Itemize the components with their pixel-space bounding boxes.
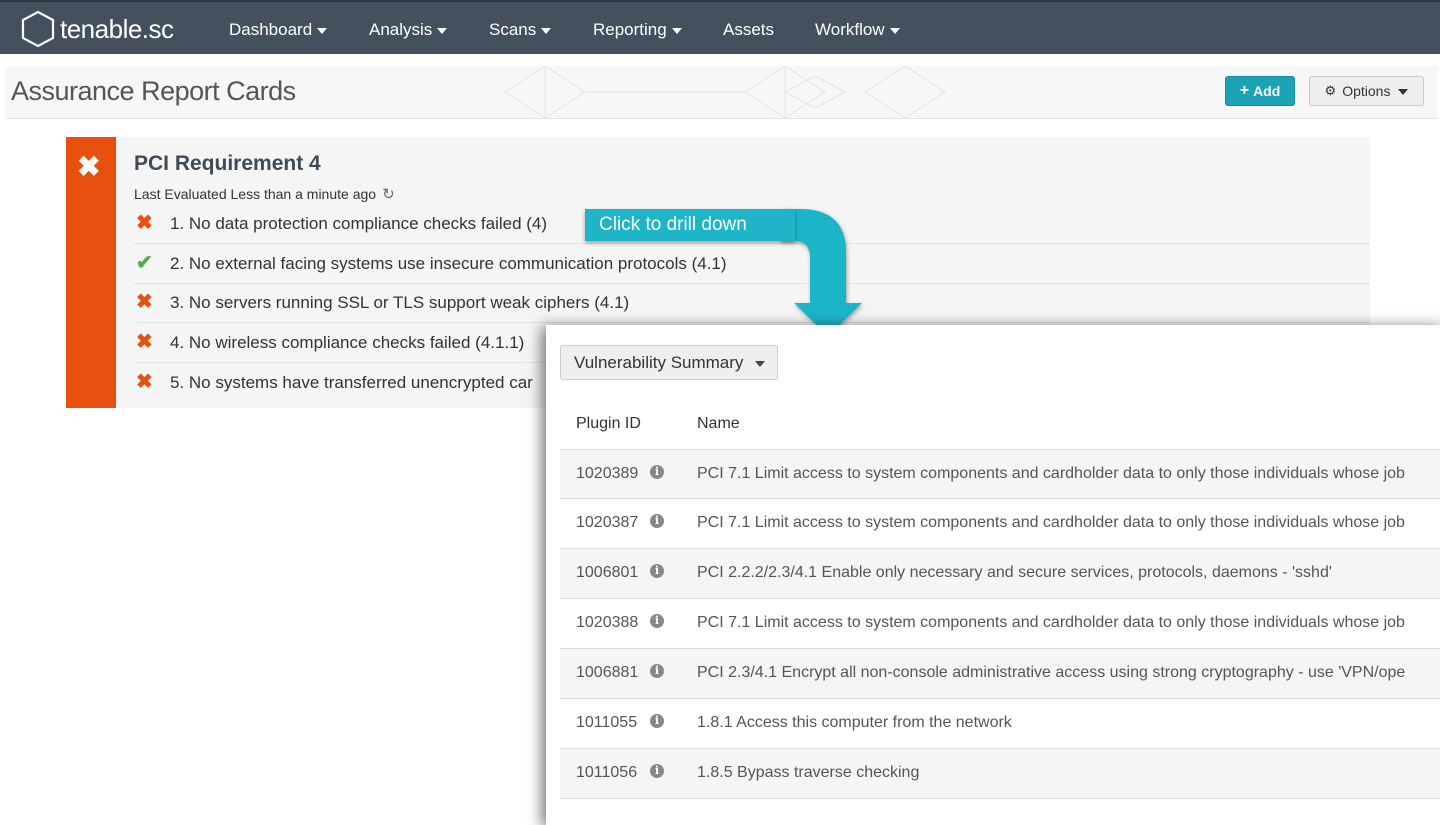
nav-workflow[interactable]: Workflow bbox=[815, 18, 900, 42]
info-icon[interactable]: i bbox=[650, 664, 664, 678]
plugin-name: PCI 7.1 Limit access to system component… bbox=[697, 465, 1405, 482]
add-button-label: Add bbox=[1253, 83, 1281, 99]
chevron-down-icon bbox=[1398, 89, 1409, 95]
pass-check-icon: ✔ bbox=[136, 252, 153, 274]
nav-dashboard[interactable]: Dashboard bbox=[229, 18, 328, 42]
plugin-id: 1006881 bbox=[576, 664, 639, 681]
chevron-down-icon bbox=[541, 28, 552, 34]
fail-x-icon: ✖ bbox=[136, 331, 153, 353]
plugin-name: PCI 2.2.2/2.3/4.1 Enable only necessary … bbox=[697, 564, 1332, 581]
info-icon[interactable]: i bbox=[650, 514, 664, 528]
table-row[interactable]: 1020389 i PCI 7.1 Limit access to system… bbox=[560, 449, 1440, 499]
nav-analysis[interactable]: Analysis bbox=[369, 18, 448, 42]
drilldown-panel: Vulnerability Summary Plugin ID Name 102… bbox=[546, 325, 1440, 825]
chevron-down-icon bbox=[755, 360, 766, 367]
options-button-label: Options bbox=[1342, 83, 1391, 99]
tool-selector-dropdown[interactable]: Vulnerability Summary bbox=[560, 345, 778, 380]
plugin-id: 1020387 bbox=[576, 514, 639, 531]
hexagon-logo-icon bbox=[21, 10, 55, 48]
nav-analysis-label: Analysis bbox=[369, 20, 433, 39]
card-row-text: 5. No systems have transferred unencrypt… bbox=[170, 373, 533, 392]
plugin-name: PCI 7.1 Limit access to system component… bbox=[697, 614, 1405, 631]
plugin-id: 1020389 bbox=[576, 465, 639, 482]
nav-assets-label: Assets bbox=[723, 20, 775, 39]
nav-assets[interactable]: Assets bbox=[723, 18, 774, 42]
info-icon[interactable]: i bbox=[650, 614, 664, 628]
column-header-plugin-id[interactable]: Plugin ID bbox=[576, 415, 641, 433]
info-icon[interactable]: i bbox=[650, 764, 664, 778]
table-row[interactable]: 1011055 i 1.8.1 Access this computer fro… bbox=[560, 699, 1440, 749]
page-title: Assurance Report Cards bbox=[11, 76, 296, 106]
add-button[interactable]: + Add bbox=[1225, 76, 1295, 106]
table-row[interactable]: 1011056 i 1.8.5 Bypass traverse checking bbox=[560, 749, 1440, 799]
plugin-name: 1.8.1 Access this computer from the netw… bbox=[697, 714, 1012, 731]
fail-x-icon: ✖ bbox=[136, 212, 153, 234]
plugin-id: 1011056 bbox=[576, 764, 638, 781]
top-navbar: tenable.sc Dashboard Analysis Scans Repo… bbox=[0, 0, 1440, 54]
options-button[interactable]: ⚙ Options bbox=[1309, 76, 1424, 106]
tenable-logo[interactable]: tenable.sc bbox=[20, 10, 174, 48]
info-icon[interactable]: i bbox=[650, 714, 664, 728]
card-row-text: 1. No data protection compliance checks … bbox=[170, 214, 548, 233]
chevron-down-icon bbox=[317, 28, 328, 34]
column-header-name[interactable]: Name bbox=[697, 415, 740, 433]
info-icon[interactable]: i bbox=[650, 465, 664, 479]
chevron-down-icon bbox=[437, 28, 448, 34]
logo-text: tenable.sc bbox=[60, 13, 174, 44]
card-row[interactable]: ✖ 3. No servers running SSL or TLS suppo… bbox=[134, 283, 1370, 323]
last-evaluated-text: Last Evaluated Less than a minute ago bbox=[134, 186, 377, 202]
card-status-strip: ✖ bbox=[66, 137, 116, 408]
table-row[interactable]: 1020387 i PCI 7.1 Limit access to system… bbox=[560, 499, 1440, 549]
info-icon[interactable]: i bbox=[650, 564, 664, 578]
chevron-down-icon bbox=[671, 28, 682, 34]
nav-scans-label: Scans bbox=[489, 20, 537, 39]
table-row[interactable]: 1006881 i PCI 2.3/4.1 Encrypt all non-co… bbox=[560, 649, 1440, 699]
plugin-name: PCI 2.3/4.1 Encrypt all non-console admi… bbox=[697, 664, 1406, 681]
fail-x-icon: ✖ bbox=[136, 291, 153, 313]
plugin-name: 1.8.5 Bypass traverse checking bbox=[697, 764, 920, 781]
nav-dashboard-label: Dashboard bbox=[229, 20, 313, 39]
fail-x-icon: ✖ bbox=[136, 371, 153, 393]
plugin-id: 1020388 bbox=[576, 614, 639, 631]
card-row-text: 4. No wireless compliance checks failed … bbox=[170, 333, 525, 352]
plus-icon: + bbox=[1239, 82, 1250, 99]
nav-reporting[interactable]: Reporting bbox=[593, 18, 682, 42]
tool-selector-label: Vulnerability Summary bbox=[574, 352, 744, 372]
table-row[interactable]: 1006801 i PCI 2.2.2/2.3/4.1 Enable only … bbox=[560, 549, 1440, 599]
page-header: Assurance Report Cards + Add ⚙ Options bbox=[5, 66, 1438, 119]
nav-scans[interactable]: Scans bbox=[489, 18, 552, 42]
chevron-down-icon bbox=[889, 28, 900, 34]
last-evaluated: Last Evaluated Less than a minute ago ↻ bbox=[134, 185, 395, 203]
header-background-pattern bbox=[504, 66, 946, 118]
refresh-icon[interactable]: ↻ bbox=[382, 185, 395, 203]
plugin-id: 1006801 bbox=[576, 564, 639, 581]
plugin-id: 1011055 bbox=[576, 714, 638, 731]
card-row-text: 3. No servers running SSL or TLS support… bbox=[170, 293, 630, 312]
nav-workflow-label: Workflow bbox=[815, 20, 885, 39]
gear-icon: ⚙ bbox=[1324, 83, 1337, 98]
table-row[interactable]: 1020388 i PCI 7.1 Limit access to system… bbox=[560, 599, 1440, 649]
card-row[interactable]: ✔ 2. No external facing systems use inse… bbox=[134, 244, 1370, 284]
card-row-text: 2. No external facing systems use insecu… bbox=[170, 254, 727, 273]
card-title: PCI Requirement 4 bbox=[134, 152, 321, 175]
plugin-name: PCI 7.1 Limit access to system component… bbox=[697, 514, 1405, 531]
drill-down-callout: Click to drill down bbox=[585, 209, 795, 241]
nav-reporting-label: Reporting bbox=[593, 20, 667, 39]
fail-x-icon: ✖ bbox=[77, 151, 101, 182]
